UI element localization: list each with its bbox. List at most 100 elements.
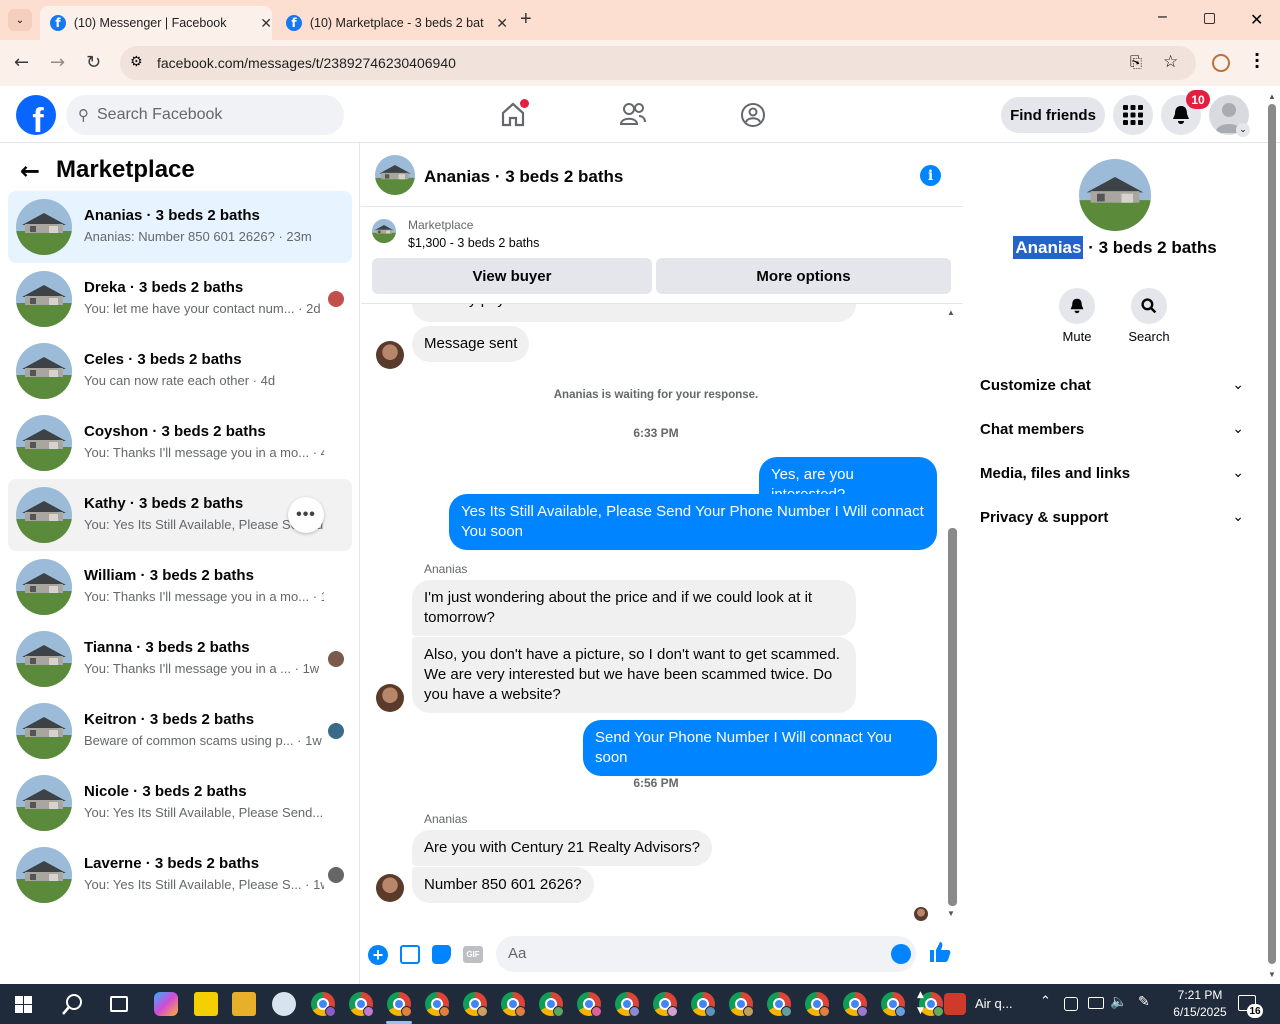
conversation-item[interactable]: Keitron · 3 beds 2 baths Beware of common… xyxy=(8,695,352,767)
emoji-icon[interactable] xyxy=(891,944,911,964)
friends-nav-icon[interactable] xyxy=(620,102,646,126)
page-scrollbar[interactable] xyxy=(1268,104,1276,964)
weather-icon[interactable] xyxy=(944,993,966,1015)
page-scroll-up-icon[interactable]: ▲ xyxy=(1268,92,1276,101)
paint-icon[interactable] xyxy=(272,992,296,1016)
tab-messenger[interactable]: f (10) Messenger | Facebook ✕ xyxy=(40,6,272,40)
facebook-search-input[interactable]: ⚲ Search Facebook xyxy=(66,95,344,135)
taskbar-search-icon[interactable] xyxy=(62,993,84,1015)
section-chat-members[interactable]: Chat members ⌄ xyxy=(964,411,1266,451)
profile-icon[interactable] xyxy=(1212,54,1230,72)
weather-text[interactable]: Air q... xyxy=(975,996,1013,1011)
sender-name: Ananias xyxy=(424,562,468,576)
chat-scroll-down-icon[interactable]: ▼ xyxy=(947,909,955,918)
windows-start-icon[interactable] xyxy=(15,996,32,1013)
conversation-item[interactable]: Coyshon · 3 beds 2 baths You: Thanks I'll… xyxy=(8,407,352,479)
menu-grid-button[interactable] xyxy=(1113,95,1153,135)
account-chevron-icon[interactable]: ⌄ xyxy=(1236,123,1250,137)
conversation-item[interactable]: Nicole · 3 beds 2 baths You: Yes Its Stil… xyxy=(8,767,352,839)
conversation-item[interactable]: Dreka · 3 beds 2 baths You: let me have y… xyxy=(8,263,352,335)
copilot-icon[interactable] xyxy=(154,992,178,1016)
taskbar-overflow-arrows[interactable]: ▲ ▼ xyxy=(917,987,924,1019)
search-chat-button[interactable] xyxy=(1131,288,1167,324)
tab-search-button[interactable]: ⌄ xyxy=(8,9,32,31)
task-view-icon[interactable] xyxy=(110,996,128,1012)
chrome-window-icon[interactable] xyxy=(425,992,450,1017)
site-info-icon[interactable]: ⚙ xyxy=(130,54,143,70)
bookmark-star-icon[interactable]: ☆ xyxy=(1163,52,1178,72)
pen-icon[interactable]: ✎ xyxy=(1138,994,1150,1010)
view-buyer-button[interactable]: View buyer xyxy=(372,258,652,294)
section-media-files-links[interactable]: Media, files and links ⌄ xyxy=(964,455,1266,495)
chrome-window-icon[interactable] xyxy=(653,992,678,1017)
forward-icon[interactable]: → xyxy=(50,52,65,73)
listing-thumbnail[interactable] xyxy=(372,219,396,243)
clock-time[interactable]: 7:21 PM xyxy=(1160,988,1240,1002)
details-name-rest: · 3 beds 2 baths xyxy=(1083,238,1217,257)
mute-button[interactable] xyxy=(1059,288,1095,324)
restore-button[interactable] xyxy=(1204,13,1215,24)
url-field[interactable]: ⚙ facebook.com/messages/t/23892746230406… xyxy=(120,46,1196,80)
minimize-button[interactable]: – xyxy=(1158,8,1167,26)
chat-avatar[interactable] xyxy=(375,155,415,195)
clock-date[interactable]: 6/15/2025 xyxy=(1160,1005,1240,1019)
meet-now-icon[interactable] xyxy=(1064,997,1078,1011)
reload-icon[interactable]: ↻ xyxy=(86,52,101,73)
chrome-window-icon[interactable] xyxy=(729,992,754,1017)
address-bar-row: ← → ↻ ⚙ facebook.com/messages/t/23892746… xyxy=(0,40,1280,86)
section-privacy-support[interactable]: Privacy & support ⌄ xyxy=(964,499,1266,539)
details-avatar[interactable] xyxy=(1079,159,1151,231)
tab-marketplace[interactable]: f (10) Marketplace - 3 beds 2 bat ✕ xyxy=(276,6,508,40)
facebook-logo[interactable]: f xyxy=(16,95,56,135)
page-scroll-down-icon[interactable]: ▼ xyxy=(1268,970,1276,979)
section-customize-chat[interactable]: Customize chat ⌄ xyxy=(964,367,1266,407)
chrome-window-icon[interactable] xyxy=(463,992,488,1017)
chrome-window-icon[interactable] xyxy=(311,992,336,1017)
chrome-window-icon[interactable] xyxy=(349,992,374,1017)
find-friends-button[interactable]: Find friends xyxy=(1001,97,1105,133)
chrome-window-icon[interactable] xyxy=(501,992,526,1017)
chrome-window-icon[interactable] xyxy=(805,992,830,1017)
conversation-item[interactable]: Celes · 3 beds 2 baths You can now rate e… xyxy=(8,335,352,407)
close-tab-icon[interactable]: ✕ xyxy=(260,15,272,32)
chrome-window-icon[interactable] xyxy=(539,992,564,1017)
info-icon[interactable]: i xyxy=(920,165,941,186)
conversation-item[interactable]: Tianna · 3 beds 2 baths You: Thanks I'll … xyxy=(8,623,352,695)
home-nav-icon[interactable] xyxy=(500,99,529,127)
like-thumb-icon[interactable] xyxy=(929,941,951,963)
photo-icon[interactable] xyxy=(400,945,420,964)
gif-icon[interactable]: GIF xyxy=(463,946,483,963)
back-icon[interactable]: ← xyxy=(14,52,29,73)
conversation-item[interactable]: Kathy · 3 beds 2 baths You: Yes Its Still… xyxy=(8,479,352,551)
conversation-item[interactable]: William · 3 beds 2 baths You: Thanks I'll… xyxy=(8,551,352,623)
close-tab-icon[interactable]: ✕ xyxy=(496,15,508,32)
volume-icon[interactable]: 🔈 xyxy=(1110,994,1127,1010)
chrome-window-icon[interactable] xyxy=(691,992,716,1017)
chrome-window-icon[interactable] xyxy=(577,992,602,1017)
chat-scroll-up-icon[interactable]: ▲ xyxy=(947,308,955,317)
sticker-icon[interactable] xyxy=(432,945,451,964)
conversation-item[interactable]: Laverne · 3 beds 2 baths You: Yes Its Sti… xyxy=(8,839,352,911)
new-tab-button[interactable]: + xyxy=(520,8,532,31)
chrome-window-icon[interactable] xyxy=(843,992,868,1017)
install-app-icon[interactable]: ⎘ xyxy=(1130,53,1142,71)
groups-nav-icon[interactable] xyxy=(740,102,766,128)
chrome-window-icon[interactable] xyxy=(387,992,412,1017)
back-arrow-icon[interactable]: ← xyxy=(20,157,40,185)
chrome-window-icon[interactable] xyxy=(615,992,640,1017)
conversation-more-button[interactable]: ••• xyxy=(288,497,324,533)
browser-menu-icon[interactable]: · · · xyxy=(1254,47,1260,75)
chrome-window-icon[interactable] xyxy=(767,992,792,1017)
sticky-notes-icon[interactable] xyxy=(194,992,218,1016)
chat-title[interactable]: Ananias · 3 beds 2 baths xyxy=(424,167,623,187)
message-input[interactable]: Aa xyxy=(496,936,916,972)
file-explorer-icon[interactable] xyxy=(232,992,256,1016)
close-window-button[interactable]: ✕ xyxy=(1250,10,1263,30)
more-options-button[interactable]: More options xyxy=(656,258,951,294)
chat-scrollbar[interactable] xyxy=(948,528,957,906)
tray-chevron-icon[interactable]: ⌃ xyxy=(1040,994,1051,1009)
network-icon[interactable] xyxy=(1088,997,1104,1009)
add-more-icon[interactable]: + xyxy=(368,945,388,965)
chrome-window-icon[interactable] xyxy=(881,992,906,1017)
conversation-item[interactable]: Ananias · 3 beds 2 baths Ananias: Number … xyxy=(8,191,352,263)
